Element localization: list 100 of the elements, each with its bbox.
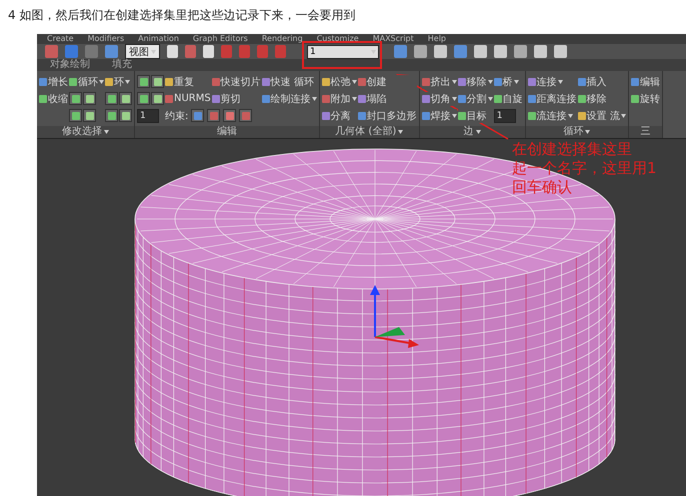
toolbar-icon[interactable] <box>534 45 547 58</box>
tool-icon <box>494 94 502 102</box>
ribbon-tool-button[interactable]: 移除 <box>458 74 493 88</box>
tool-icon-button[interactable] <box>69 92 82 105</box>
ribbon-tool-button[interactable]: 绘制连接 <box>262 92 317 106</box>
toolbar-icon[interactable] <box>257 45 268 58</box>
constraint-icon-button[interactable] <box>223 109 236 122</box>
tool-icon <box>262 78 270 86</box>
toolbar-icon[interactable] <box>203 45 214 58</box>
tool-icon <box>528 94 536 102</box>
tool-icon-button[interactable] <box>83 92 96 105</box>
tool-icon <box>322 112 330 120</box>
spinner-field[interactable]: 1 <box>137 108 159 122</box>
toolbar-icon[interactable] <box>65 45 78 58</box>
ribbon-tool-button[interactable]: 挤出 <box>422 74 457 88</box>
tool-icon <box>165 94 173 102</box>
ribbon-tool-button[interactable]: 快速切片 <box>212 74 261 88</box>
toolbar-icon[interactable] <box>45 45 58 58</box>
caret-icon <box>585 130 590 134</box>
ribbon-tool-button[interactable]: 收缩 <box>39 92 68 106</box>
ribbon-tool-button[interactable]: 焊接 <box>422 108 457 122</box>
ribbon-tool-button[interactable]: 旋转 <box>630 92 660 106</box>
toolbar-icon[interactable] <box>85 45 98 58</box>
tool-icon <box>165 78 173 86</box>
constraint-icon-button[interactable] <box>239 109 252 122</box>
toolbar-icon[interactable] <box>494 45 507 58</box>
tool-icon <box>528 112 536 120</box>
panel-title[interactable]: 编辑 <box>216 126 237 138</box>
toolbar-icon[interactable] <box>454 45 467 58</box>
ribbon-tool-button[interactable]: 编辑 <box>630 74 660 88</box>
toolbar-icon[interactable] <box>394 45 407 58</box>
ribbon-tool-button[interactable]: 设置 流 <box>578 108 626 122</box>
constraint-icon-button[interactable] <box>207 109 220 122</box>
selection-set-field[interactable]: 1 <box>307 44 379 58</box>
toolbar-icon[interactable] <box>105 45 118 58</box>
tool-icon-button[interactable] <box>151 92 164 105</box>
tool-icon-button[interactable] <box>105 109 118 122</box>
ribbon-tab[interactable]: 对象绘制 <box>47 59 93 71</box>
tool-icon-button[interactable] <box>83 109 96 122</box>
ribbon-tool-button[interactable]: 环 <box>105 74 132 88</box>
menu-item[interactable]: Create <box>47 34 74 44</box>
tool-icon <box>69 78 77 86</box>
ribbon-tab[interactable]: 填充 <box>109 59 135 71</box>
toolbar-icon[interactable] <box>554 45 567 58</box>
tool-icon <box>39 78 47 86</box>
ribbon-tool-button[interactable]: 创建 <box>358 74 417 88</box>
ribbon-tool-button[interactable]: 距离连接 <box>528 92 577 106</box>
tool-icon-button[interactable] <box>119 92 132 105</box>
menu-item[interactable]: Help <box>428 34 446 44</box>
ribbon-tool-button[interactable]: 附加 <box>322 92 357 106</box>
tool-icon <box>105 78 113 86</box>
tool-icon <box>39 94 47 102</box>
tool-icon <box>358 94 366 102</box>
toolbar-icon[interactable] <box>434 45 447 58</box>
tool-icon <box>358 112 366 120</box>
menu-item[interactable]: MAXScript <box>372 34 414 44</box>
transform-gizmo-icon <box>370 285 419 348</box>
ribbon-tool-button[interactable]: NURMS <box>165 93 211 104</box>
ribbon-tool-button[interactable]: 循环 <box>69 74 104 88</box>
toolbar-icon[interactable] <box>474 45 487 58</box>
tool-icon-button[interactable] <box>137 75 150 88</box>
ribbon-tool-button[interactable]: 分割 <box>458 92 493 106</box>
panel-title[interactable]: 修改选择 <box>62 126 102 138</box>
panel-title[interactable]: 循环 <box>563 126 584 138</box>
ribbon-tool-button[interactable]: 切角 <box>422 92 457 106</box>
menu-item[interactable]: Modifiers <box>88 34 124 44</box>
panel-title[interactable]: 几何体 (全部) <box>335 126 396 138</box>
ribbon-tool-button[interactable]: 自旋 <box>494 92 523 106</box>
menu-item[interactable]: Rendering <box>262 34 303 44</box>
tool-icon <box>578 112 586 120</box>
tool-icon-button[interactable] <box>105 92 118 105</box>
tool-icon <box>458 78 466 86</box>
tool-icon <box>422 112 430 120</box>
toolbar-icon[interactable] <box>414 45 427 58</box>
toolbar-icon[interactable] <box>221 45 232 58</box>
tool-icon <box>212 94 220 102</box>
ribbon-tool-button[interactable]: 松弛 <box>322 74 357 88</box>
tool-icon-button[interactable] <box>69 109 82 122</box>
tool-icon <box>262 94 270 102</box>
constraints-label: 约束: <box>165 110 188 122</box>
menu-item[interactable]: Graph Editors <box>192 34 248 44</box>
ribbon-tool-button[interactable]: 快速 循环 <box>262 74 317 88</box>
toolbar-icon[interactable] <box>514 45 527 58</box>
menu-item[interactable]: Customize <box>316 34 359 44</box>
tool-icon <box>458 94 466 102</box>
toolbar-icon[interactable] <box>239 45 250 58</box>
ribbon-tool-button[interactable]: 增长 <box>39 74 68 88</box>
constraint-icon-button[interactable] <box>191 109 204 122</box>
tool-icon-button[interactable] <box>137 92 150 105</box>
tool-icon-button[interactable] <box>119 109 132 122</box>
toolbar-icon[interactable] <box>275 45 286 58</box>
menu-item[interactable]: Animation <box>138 34 179 44</box>
tool-icon-button[interactable] <box>151 75 164 88</box>
spinner-field[interactable]: 1 <box>494 108 516 122</box>
ribbon-tool-button[interactable]: 封口多边形 <box>358 108 417 122</box>
panel-title[interactable]: 边 <box>464 126 474 138</box>
view-dropdown[interactable]: 视图 <box>125 44 160 59</box>
toolbar-icon[interactable] <box>185 45 196 58</box>
toolbar-icon[interactable] <box>167 45 178 58</box>
caret-icon <box>398 130 404 134</box>
